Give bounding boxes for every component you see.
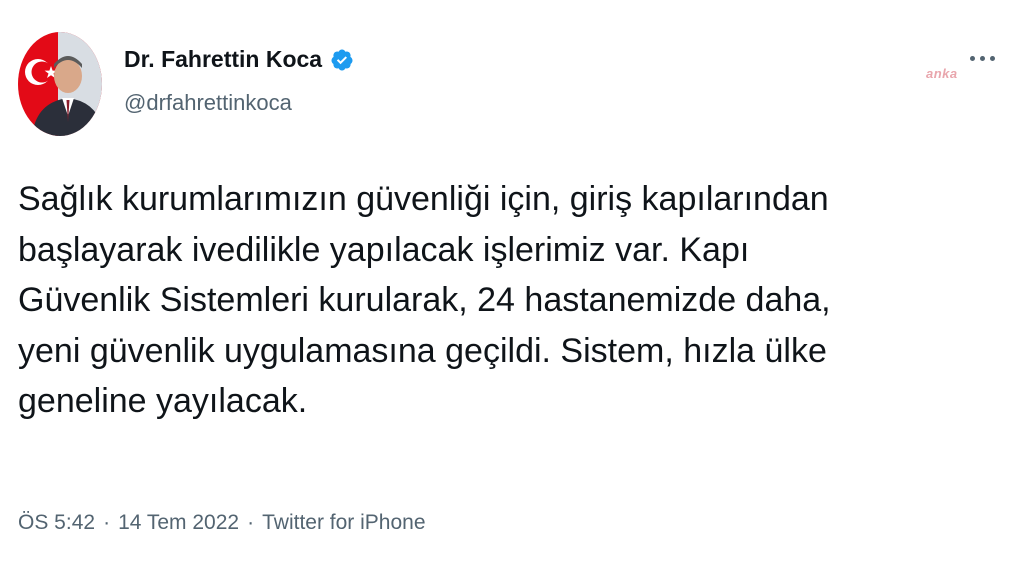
tweet-text: Sağlık kurumlarımızın güvenliği için, gi… xyxy=(18,180,831,420)
tweet-time[interactable]: ÖS 5:42 xyxy=(18,511,95,535)
more-dot xyxy=(969,55,975,61)
tweet-metadata: ÖS 5:42 · 14 Tem 2022 · Twitter for iPho… xyxy=(18,511,426,535)
more-options-icon[interactable] xyxy=(964,44,1000,72)
tweet-date[interactable]: 14 Tem 2022 xyxy=(118,511,239,535)
avatar[interactable] xyxy=(18,32,102,136)
meta-separator: · xyxy=(103,511,111,534)
tweet-source[interactable]: Twitter for iPhone xyxy=(262,511,425,535)
author-handle[interactable]: @drfahrettinkoca xyxy=(124,90,292,116)
more-dot xyxy=(979,55,985,61)
author-display-name[interactable]: Dr. Fahrettin Koca xyxy=(124,46,322,73)
verified-badge-icon xyxy=(330,48,354,72)
tweet-card: Dr. Fahrettin Koca @drfahrettinkoca anka… xyxy=(0,0,1024,576)
avatar-image xyxy=(18,32,102,136)
author-name-row: Dr. Fahrettin Koca xyxy=(124,46,354,73)
watermark-logo: anka xyxy=(926,66,958,81)
more-dot xyxy=(989,55,995,61)
meta-separator: · xyxy=(247,511,255,534)
